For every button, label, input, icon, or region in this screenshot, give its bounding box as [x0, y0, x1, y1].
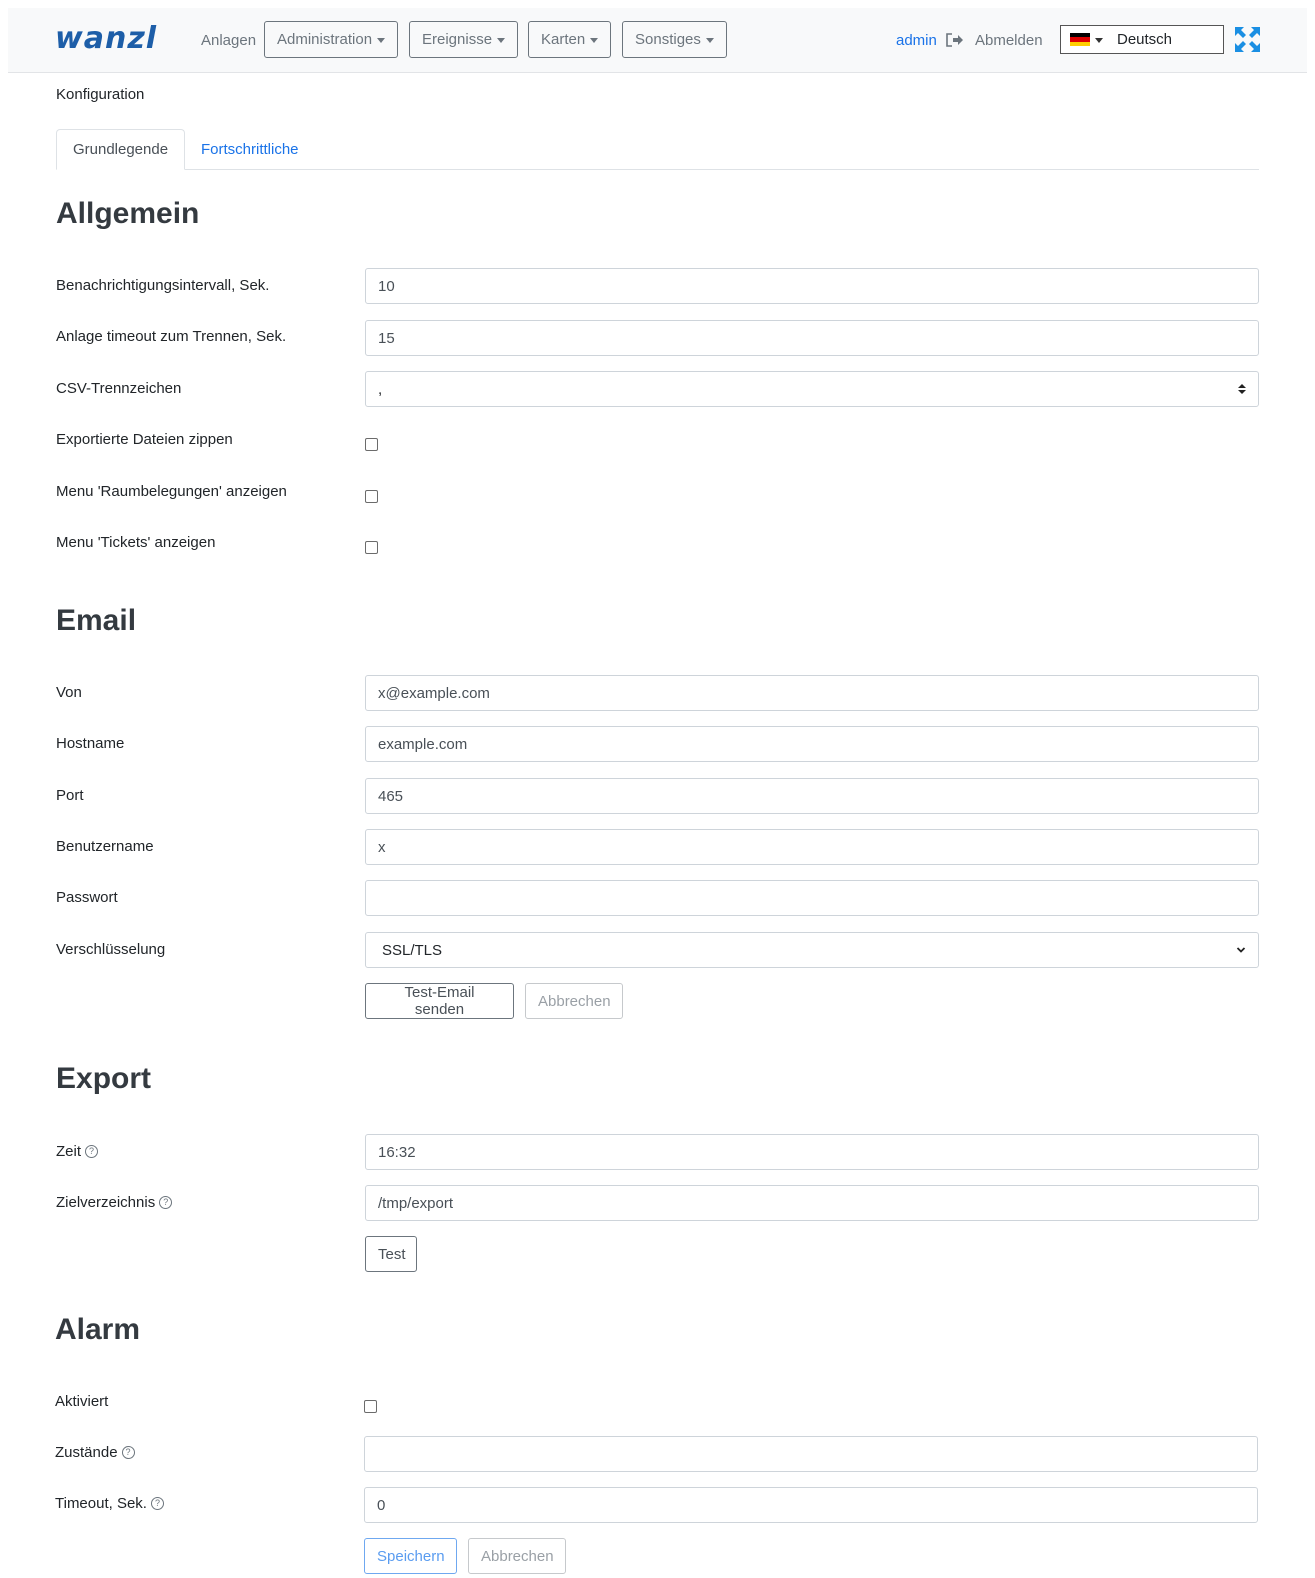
chevron-down-icon	[1236, 947, 1246, 953]
logout-icon[interactable]	[945, 32, 965, 48]
user-link[interactable]: admin	[896, 32, 937, 49]
csv-separator-select[interactable]: ,	[365, 371, 1259, 407]
help-icon[interactable]: ?	[150, 1497, 164, 1510]
export-time-input[interactable]	[365, 1134, 1259, 1170]
show-tickets-checkbox[interactable]	[365, 541, 378, 554]
email-host-label: Hostname	[56, 735, 125, 752]
email-port-input[interactable]	[365, 778, 1259, 814]
zip-exports-checkbox[interactable]	[365, 438, 378, 451]
email-password-label: Passwort	[56, 889, 118, 906]
caret-down-icon	[590, 38, 599, 43]
alarm-timeout-input[interactable]	[364, 1487, 1258, 1523]
page-title: Konfiguration	[56, 86, 145, 103]
nav-menu-administration[interactable]: Administration	[264, 21, 399, 58]
language-label: Deutsch	[1117, 31, 1173, 48]
config-tabs: Grundlegende Fortschrittliche	[56, 129, 1259, 170]
fullscreen-icon[interactable]	[1234, 26, 1261, 53]
section-heading-allgemein: Allgemein	[56, 197, 200, 230]
save-button[interactable]: Speichern	[364, 1538, 457, 1574]
export-dir-input[interactable]	[365, 1185, 1259, 1221]
nav-menu-label: Sonstiges	[635, 31, 701, 48]
wanzl-logo[interactable]: wanzl	[55, 22, 157, 56]
email-user-input[interactable]	[365, 829, 1259, 865]
email-cancel-button[interactable]: Abbrechen	[525, 983, 623, 1019]
email-password-input[interactable]	[365, 880, 1259, 916]
disconnect-timeout-input[interactable]	[365, 320, 1259, 356]
logout-link[interactable]: Abmelden	[975, 32, 1043, 49]
nav-menu-karten[interactable]: Karten	[528, 21, 612, 58]
show-raumbelegungen-label: Menu 'Raumbelegungen' anzeigen	[56, 483, 287, 500]
csv-separator-label: CSV-Trennzeichen	[56, 380, 182, 397]
tab-grundlegende[interactable]: Grundlegende	[56, 129, 185, 170]
alarm-timeout-label: Timeout, Sek. ?	[55, 1495, 164, 1512]
top-navbar: wanzl Anlagen Administration Ereignisse …	[8, 8, 1307, 73]
email-from-input[interactable]	[365, 675, 1259, 711]
help-icon[interactable]: ?	[121, 1446, 135, 1459]
notify-interval-label: Benachrichtigungsintervall, Sek.	[56, 277, 270, 294]
german-flag-icon	[1070, 33, 1090, 46]
email-port-label: Port	[56, 787, 84, 804]
help-icon[interactable]: ?	[159, 1196, 173, 1209]
alarm-cancel-button[interactable]: Abbrechen	[468, 1538, 566, 1574]
alarm-timeout-label-text: Timeout, Sek.	[55, 1495, 147, 1512]
language-select[interactable]: Deutsch	[1060, 25, 1224, 54]
caret-down-icon	[705, 38, 714, 43]
send-test-email-button[interactable]: Test-Email senden	[365, 983, 514, 1019]
email-host-input[interactable]	[365, 726, 1259, 762]
zip-exports-label: Exportierte Dateien zippen	[56, 431, 233, 448]
alarm-states-input[interactable]	[364, 1436, 1258, 1472]
show-tickets-label: Menu 'Tickets' anzeigen	[56, 534, 216, 551]
export-time-label-text: Zeit	[56, 1143, 82, 1160]
nav-link-anlagen[interactable]: Anlagen	[201, 32, 256, 49]
export-dir-label: Zielverzeichnis ?	[56, 1194, 173, 1211]
nav-menu-label: Ereignisse	[422, 31, 493, 48]
export-time-label: Zeit ?	[56, 1143, 99, 1160]
nav-menu-sonstiges[interactable]: Sonstiges	[622, 21, 727, 58]
nav-menu-ereignisse[interactable]: Ereignisse	[409, 21, 519, 58]
notify-interval-input[interactable]	[365, 268, 1259, 304]
section-heading-export: Export	[56, 1062, 152, 1095]
alarm-states-label-text: Zustände	[55, 1444, 118, 1461]
email-user-label: Benutzername	[56, 838, 154, 855]
tab-fortschrittliche[interactable]: Fortschrittliche	[185, 129, 315, 170]
csv-separator-value: ,	[378, 380, 383, 398]
caret-down-icon	[497, 38, 506, 43]
alarm-enabled-checkbox[interactable]	[364, 1400, 377, 1413]
nav-menu-label: Karten	[541, 31, 586, 48]
email-from-label: Von	[56, 684, 82, 701]
show-raumbelegungen-checkbox[interactable]	[365, 490, 378, 503]
email-encryption-label: Verschlüsselung	[56, 941, 166, 958]
export-dir-label-text: Zielverzeichnis	[56, 1194, 156, 1211]
email-encryption-value: SSL/TLS	[382, 941, 443, 959]
section-heading-email: Email	[56, 604, 137, 637]
alarm-enabled-label: Aktiviert	[55, 1393, 109, 1410]
help-icon[interactable]: ?	[85, 1145, 99, 1158]
export-test-button[interactable]: Test	[365, 1236, 417, 1272]
email-encryption-select[interactable]: SSL/TLS	[365, 932, 1259, 968]
disconnect-timeout-label: Anlage timeout zum Trennen, Sek.	[56, 328, 287, 345]
caret-down-icon	[1095, 38, 1103, 43]
caret-down-icon	[377, 38, 386, 43]
nav-menu-label: Administration	[277, 31, 373, 48]
section-heading-alarm: Alarm	[55, 1313, 141, 1346]
select-arrows-icon	[1238, 384, 1246, 394]
alarm-states-label: Zustände ?	[55, 1444, 135, 1461]
